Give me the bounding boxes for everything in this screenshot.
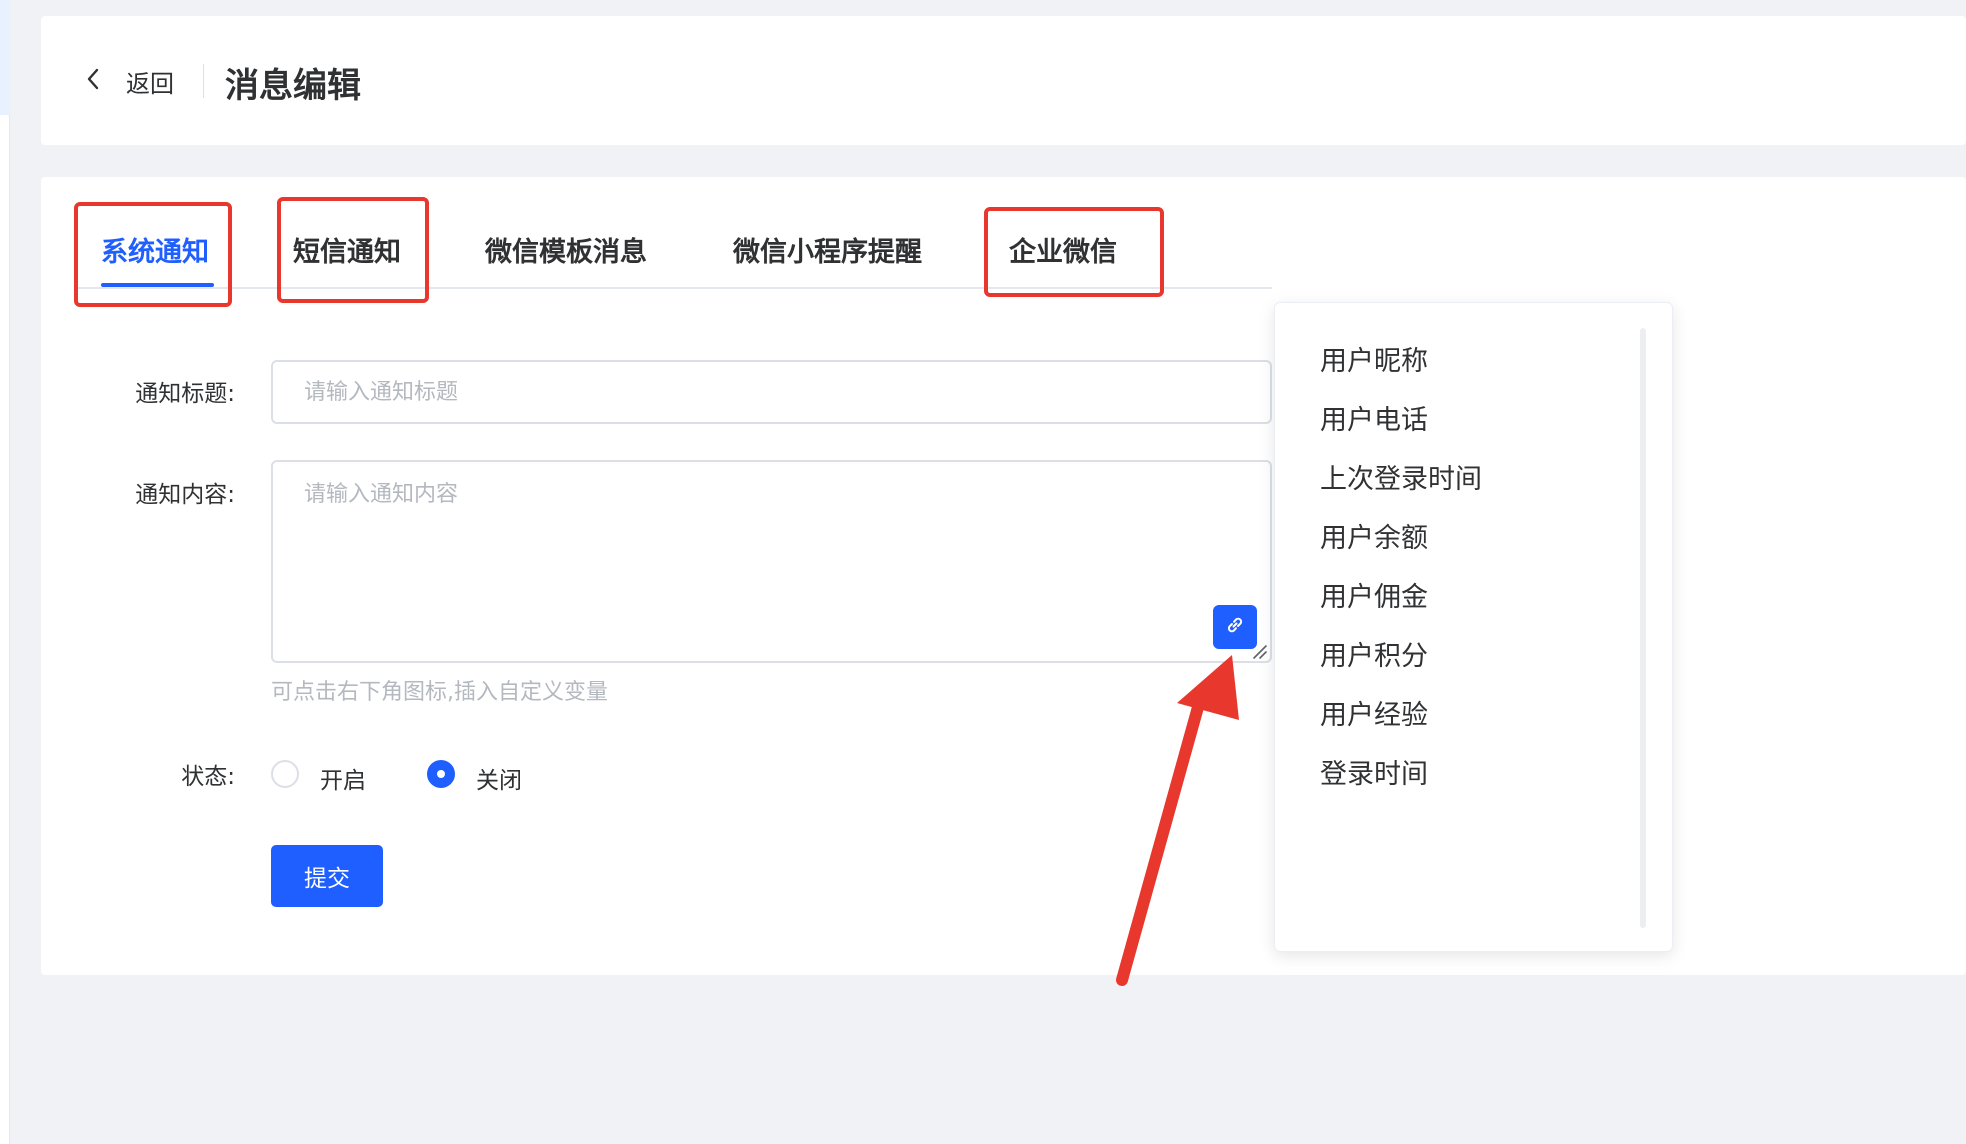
annotation-arrow — [1116, 655, 1239, 986]
